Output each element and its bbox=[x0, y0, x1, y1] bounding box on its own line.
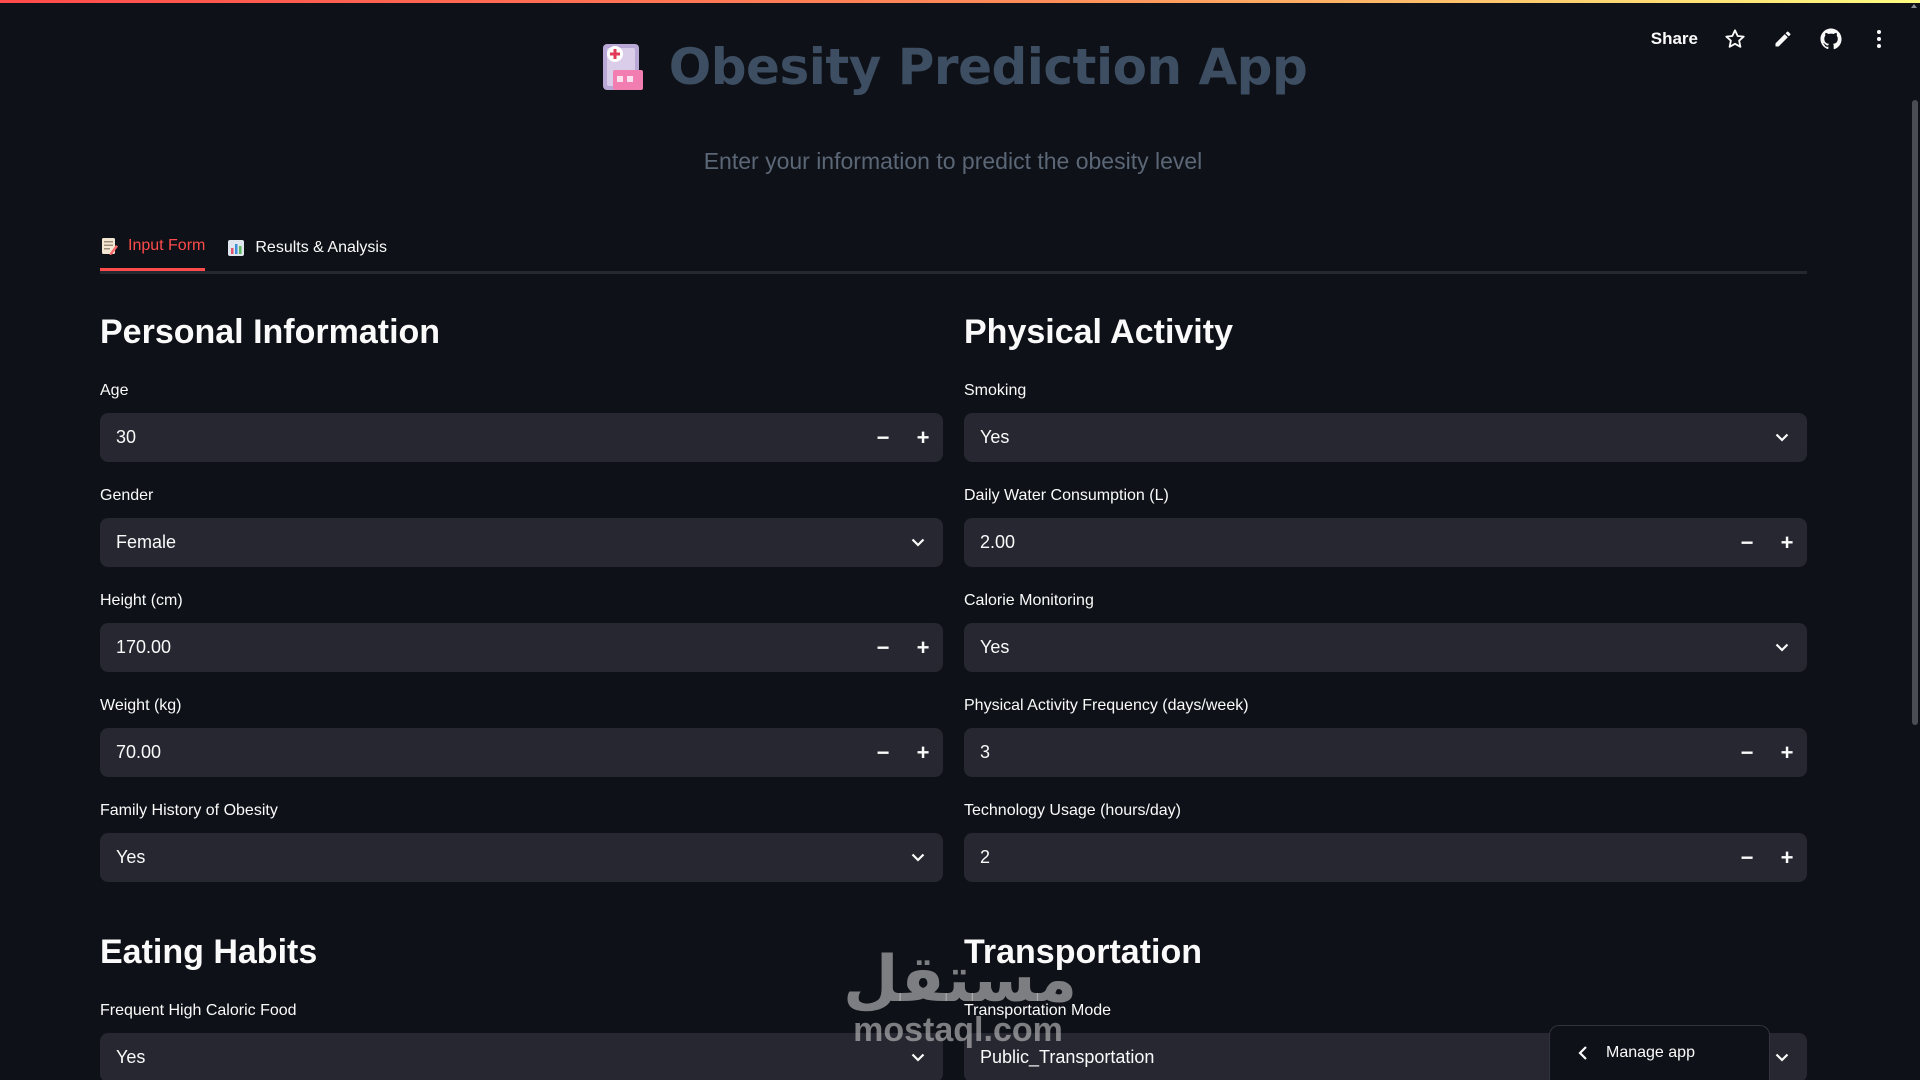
smoking-select[interactable]: Yes bbox=[964, 413, 1807, 462]
field-value: Yes bbox=[116, 1047, 146, 1067]
section-title-transportation: Transportation bbox=[964, 933, 1203, 971]
decrement-button[interactable]: − bbox=[1727, 833, 1767, 882]
tech-usage-field: Technology Usage (hours/day) 2 − + bbox=[964, 801, 1807, 906]
high-caloric-field: Frequent High Caloric Food Yes bbox=[100, 1001, 943, 1080]
page-header: Obesity Prediction App bbox=[0, 38, 1906, 96]
field-label: Age bbox=[100, 382, 129, 399]
water-field: Daily Water Consumption (L) 2.00 − + bbox=[964, 486, 1807, 591]
field-label: Gender bbox=[100, 487, 154, 504]
increment-button[interactable]: + bbox=[1767, 728, 1807, 777]
family-history-field: Family History of Obesity Yes bbox=[100, 801, 943, 906]
field-value[interactable]: 30 bbox=[116, 427, 863, 448]
field-label: Frequent High Caloric Food bbox=[100, 1002, 297, 1019]
field-value[interactable]: 70.00 bbox=[116, 742, 863, 763]
chevron-down-icon[interactable] bbox=[893, 1033, 943, 1080]
page-subtitle: Enter your information to predict the ob… bbox=[703, 148, 1203, 174]
field-value: Female bbox=[116, 532, 177, 552]
decrement-button[interactable]: − bbox=[863, 623, 903, 672]
field-value: Yes bbox=[980, 637, 1010, 657]
decrement-button[interactable]: − bbox=[863, 413, 903, 462]
tech-usage-stepper: − + bbox=[1727, 833, 1807, 882]
tab-results-analysis[interactable]: Results & Analysis bbox=[227, 226, 387, 271]
field-value[interactable]: 2 bbox=[980, 847, 1727, 868]
gender-select[interactable]: Female bbox=[100, 518, 943, 567]
manage-app-button[interactable]: Manage app bbox=[1549, 1025, 1770, 1080]
increment-button[interactable]: + bbox=[903, 623, 943, 672]
manage-app-label: Manage app bbox=[1606, 1044, 1695, 1061]
tab-label: Input Form bbox=[128, 237, 206, 254]
age-stepper: − + bbox=[863, 413, 943, 462]
chevron-left-icon bbox=[1578, 1046, 1587, 1060]
field-label: Weight (kg) bbox=[100, 697, 182, 714]
weight-input[interactable]: 70.00 − + bbox=[100, 728, 943, 777]
increment-button[interactable]: + bbox=[903, 413, 943, 462]
top-decoration-bar bbox=[0, 0, 1920, 3]
decrement-button[interactable]: − bbox=[1727, 728, 1767, 777]
activity-frequency-field: Physical Activity Frequency (days/week) … bbox=[964, 696, 1807, 801]
gender-field: Gender Female bbox=[100, 486, 943, 591]
tab-label: Results & Analysis bbox=[255, 238, 387, 256]
scroll-up-arrow-icon[interactable] bbox=[1908, 0, 1920, 12]
field-label: Technology Usage (hours/day) bbox=[964, 802, 1182, 819]
bar-chart-icon bbox=[228, 239, 245, 256]
tech-usage-input[interactable]: 2 − + bbox=[964, 833, 1807, 882]
section-title-eating: Eating Habits bbox=[100, 933, 318, 971]
field-label: Daily Water Consumption (L) bbox=[964, 487, 1169, 504]
chevron-down-icon[interactable] bbox=[893, 518, 943, 567]
section-title-physical: Physical Activity bbox=[964, 313, 1233, 351]
water-input[interactable]: 2.00 − + bbox=[964, 518, 1807, 567]
calorie-monitoring-select[interactable]: Yes bbox=[964, 623, 1807, 672]
field-value[interactable]: 170.00 bbox=[116, 637, 863, 658]
increment-button[interactable]: + bbox=[1767, 833, 1807, 882]
field-value: Yes bbox=[116, 847, 146, 867]
field-value[interactable]: 2.00 bbox=[980, 532, 1727, 553]
weight-stepper: − + bbox=[863, 728, 943, 777]
activity-frequency-input[interactable]: 3 − + bbox=[964, 728, 1807, 777]
chevron-down-icon[interactable] bbox=[893, 833, 943, 882]
memo-icon bbox=[102, 238, 118, 255]
activity-frequency-stepper: − + bbox=[1727, 728, 1807, 777]
age-field: Age 30 − + bbox=[100, 381, 943, 486]
tab-input-form[interactable]: Input Form bbox=[100, 226, 206, 271]
decrement-button[interactable]: − bbox=[1727, 518, 1767, 567]
field-label: Smoking bbox=[964, 382, 1027, 399]
left-column: Personal Information Age 30 − + Gender F… bbox=[100, 306, 943, 1080]
chevron-down-icon[interactable] bbox=[1757, 413, 1807, 462]
height-input[interactable]: 170.00 − + bbox=[100, 623, 943, 672]
field-label: Family History of Obesity bbox=[100, 802, 278, 819]
tab-bar: Input Form Results & Analysis bbox=[100, 226, 1807, 274]
height-stepper: − + bbox=[863, 623, 943, 672]
water-stepper: − + bbox=[1727, 518, 1807, 567]
age-input[interactable]: 30 − + bbox=[100, 413, 943, 462]
hospital-icon bbox=[602, 44, 643, 90]
vertical-scrollbar[interactable] bbox=[1912, 100, 1918, 725]
high-caloric-select[interactable]: Yes bbox=[100, 1033, 943, 1080]
field-label: Height (cm) bbox=[100, 592, 183, 609]
increment-button[interactable]: + bbox=[1767, 518, 1807, 567]
field-value[interactable]: 3 bbox=[980, 742, 1727, 763]
right-column: Physical Activity Smoking Yes Daily Wate… bbox=[964, 306, 1807, 1080]
chevron-down-icon[interactable] bbox=[1757, 623, 1807, 672]
increment-button[interactable]: + bbox=[903, 728, 943, 777]
page-title: Obesity Prediction App bbox=[668, 38, 1308, 96]
height-field: Height (cm) 170.00 − + bbox=[100, 591, 943, 696]
app-page: Share Obesity Prediction App Enter your … bbox=[0, 0, 1920, 1080]
section-title-personal: Personal Information bbox=[100, 313, 441, 351]
weight-field: Weight (kg) 70.00 − + bbox=[100, 696, 943, 801]
field-label: Physical Activity Frequency (days/week) bbox=[964, 697, 1249, 714]
field-label: Calorie Monitoring bbox=[964, 592, 1094, 609]
field-value: Yes bbox=[980, 427, 1010, 447]
decrement-button[interactable]: − bbox=[863, 728, 903, 777]
field-label: Transportation Mode bbox=[964, 1002, 1112, 1019]
smoking-field: Smoking Yes bbox=[964, 381, 1807, 486]
calorie-monitoring-field: Calorie Monitoring Yes bbox=[964, 591, 1807, 696]
family-history-select[interactable]: Yes bbox=[100, 833, 943, 882]
